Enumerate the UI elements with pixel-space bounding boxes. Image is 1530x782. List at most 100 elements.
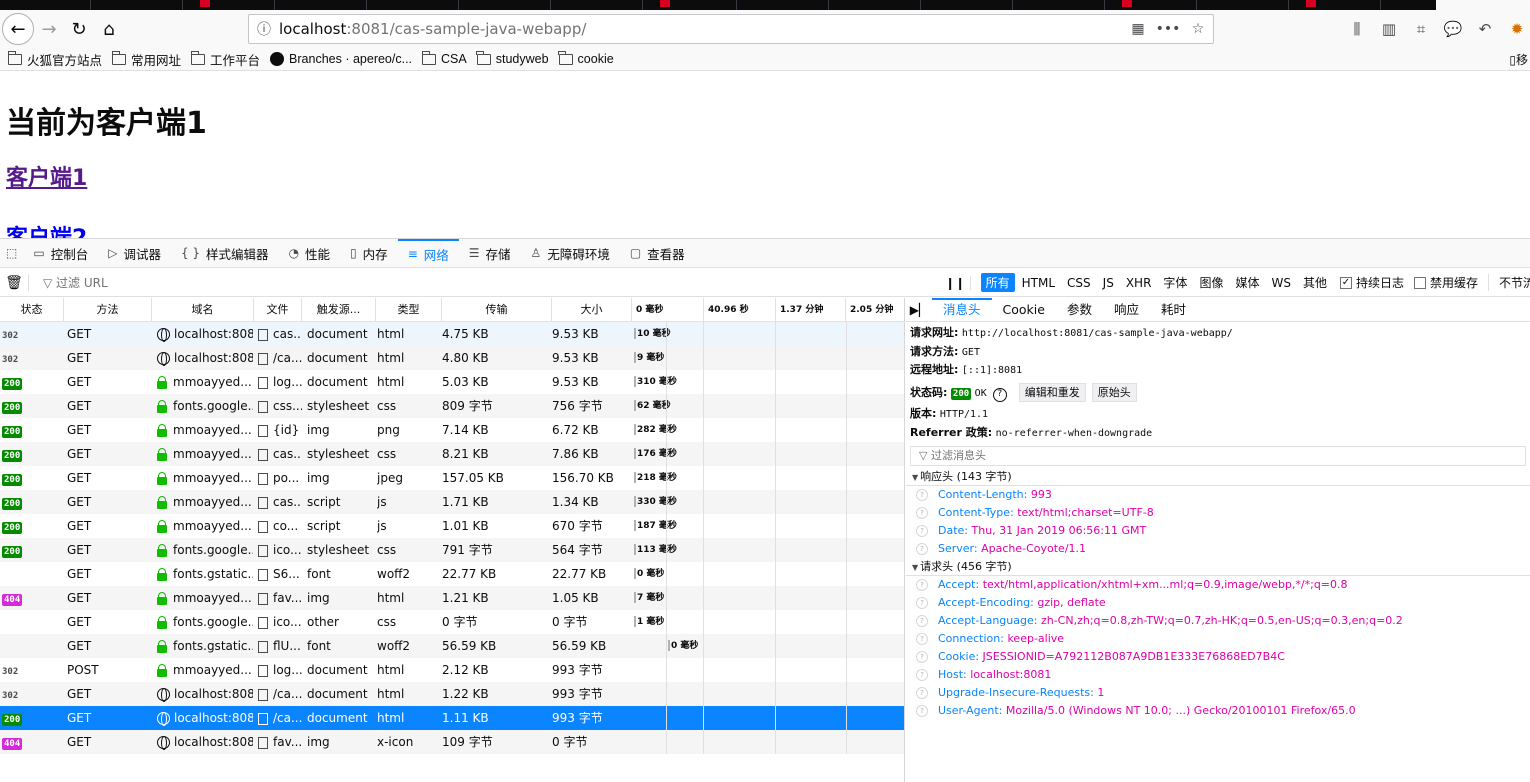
url-bar[interactable]: ⓘ localhost:8081/cas-sample-java-webapp/…	[248, 14, 1214, 44]
filter-all[interactable]: 所有	[980, 273, 1015, 292]
tab[interactable]	[1104, 0, 1105, 10]
table-row[interactable]: 200 GET localhost:8081/ca... document html 1.…	[0, 706, 904, 730]
tab-cookies[interactable]: Cookie	[992, 298, 1056, 322]
header-line[interactable]: ? Accept-Language: zh-CN,zh;q=0.8,zh-TW;q…	[906, 612, 1530, 630]
tab[interactable]	[274, 0, 275, 10]
column-size[interactable]: 大小	[552, 298, 632, 322]
column-type[interactable]: 类型	[376, 298, 442, 322]
tab-memory[interactable]: ▯ 内存	[340, 239, 398, 268]
header-line[interactable]: ? Accept: text/html,application/xhtml+xm.…	[906, 576, 1530, 594]
table-row[interactable]: 200 GET mmoayyed.... log... document html 5.03…	[0, 370, 904, 394]
table-row[interactable]: GET fonts.gstatic.... S6... font woff2 22.77 …	[0, 562, 904, 586]
clear-button[interactable]: 🗑	[0, 275, 28, 291]
chat-icon[interactable]: 💬	[1440, 14, 1466, 44]
screenshot-crop-icon[interactable]: ⌗	[1408, 14, 1434, 44]
table-row[interactable]: 200 GET mmoayyed.... po... img jpeg 157.05 KB 1…	[0, 466, 904, 490]
table-row[interactable]: GET fonts.gstatic.... flU... font woff2 56.59…	[0, 634, 904, 658]
bookmark-folder[interactable]: studyweb	[476, 50, 549, 66]
table-row[interactable]: 302 POST mmoayyed.... log... document html 2.1…	[0, 658, 904, 682]
tab[interactable]	[458, 0, 459, 10]
tab[interactable]	[1012, 0, 1013, 10]
header-line[interactable]: ? Content-Type: text/html;charset=UTF-8	[906, 504, 1530, 522]
bookmark-folder[interactable]: cookie	[558, 50, 614, 66]
tab[interactable]	[1380, 0, 1381, 10]
filter-other[interactable]: 其他	[1298, 273, 1332, 292]
url-text[interactable]: localhost:8081/cas-sample-java-webapp/	[279, 20, 1123, 38]
column-method[interactable]: 方法	[64, 298, 152, 322]
filter-url-input[interactable]: ▽ 过滤 URL	[28, 274, 941, 291]
tab-network[interactable]: ≡ 网络	[397, 238, 459, 268]
header-line[interactable]: ? Date: Thu, 31 Jan 2019 06:56:11 GMT	[906, 522, 1530, 540]
column-cause[interactable]: 触发源...	[302, 298, 376, 322]
headers-filter-input[interactable]: ▽ 过滤消息头	[910, 446, 1526, 466]
header-line[interactable]: ? Host: localhost:8081	[906, 666, 1530, 684]
table-row[interactable]: 302 GET localhost:8081/ca... document html 4.…	[0, 346, 904, 370]
page-actions-icon[interactable]: •••	[1153, 21, 1183, 37]
client1-link[interactable]: 客户端1	[6, 160, 87, 192]
forward-button[interactable]: →	[34, 14, 64, 44]
extension-icon[interactable]: ✹	[1504, 14, 1530, 44]
filter-html[interactable]: HTML	[1017, 275, 1060, 291]
qr-code-icon[interactable]: ▦	[1123, 21, 1153, 37]
tab[interactable]	[828, 0, 829, 10]
table-row[interactable]: 200 GET fonts.google... ico... stylesheet css…	[0, 538, 904, 562]
table-row[interactable]: 200 GET mmoayyed.... co... script js 1.01 KB 67…	[0, 514, 904, 538]
help-icon[interactable]: ?	[916, 651, 928, 663]
tab[interactable]	[550, 0, 551, 10]
header-line[interactable]: ? Cookie: JSESSIONID=A792112B087A9DB1E333…	[906, 648, 1530, 666]
table-row[interactable]: 302 GET localhost:8081 cas... document html 4.…	[0, 322, 904, 346]
tab-storage[interactable]: ☰ 存储	[459, 239, 521, 268]
filter-fonts[interactable]: 字体	[1158, 273, 1192, 292]
tab[interactable]	[736, 0, 737, 10]
undo-icon[interactable]: ↶	[1472, 14, 1498, 44]
persist-logs-checkbox[interactable]: ✓ 持续日志	[1339, 274, 1404, 291]
throttle-select[interactable]: 不节流	[1488, 274, 1530, 291]
toggle-sidebar-button[interactable]: ▶▏	[906, 303, 932, 317]
header-line[interactable]: ? User-Agent: Mozilla/5.0 (Windows NT 10.…	[906, 702, 1530, 720]
bookmark-folder[interactable]: 工作平台	[190, 50, 260, 69]
help-icon[interactable]: ?	[992, 387, 1007, 402]
element-picker[interactable]: ⬚	[0, 239, 23, 268]
tab-accessibility[interactable]: ♙ 无障碍环境	[521, 239, 620, 268]
table-row[interactable]: 302 GET localhost:8081/ca... document html 1.…	[0, 682, 904, 706]
bookmark-link[interactable]: Branches · apereo/c...	[270, 52, 412, 66]
header-line[interactable]: ? Accept-Encoding: gzip, deflate	[906, 594, 1530, 612]
tab[interactable]	[182, 0, 183, 10]
edit-resend-button[interactable]: 编辑和重发	[1018, 382, 1086, 402]
table-row[interactable]: 404 GET mmoayyed.... fav... img html 1.21 KB 1.…	[0, 586, 904, 610]
help-icon[interactable]: ?	[916, 633, 928, 645]
back-button[interactable]: ←	[2, 13, 34, 45]
tab-style-editor[interactable]: { } 样式编辑器	[171, 239, 279, 268]
help-icon[interactable]: ?	[916, 489, 928, 501]
tab[interactable]	[366, 0, 367, 10]
table-row[interactable]: 404 GET localhost:8081 fav... img x-icon 109 字…	[0, 730, 904, 754]
column-file[interactable]: 文件	[254, 298, 302, 322]
tab-response[interactable]: 响应	[1103, 298, 1150, 322]
table-row[interactable]: 200 GET mmoayyed.... cas... script js 1.71 KB 1…	[0, 490, 904, 514]
help-icon[interactable]: ?	[916, 705, 928, 717]
tab-inspector[interactable]: ▢ 查看器	[620, 239, 695, 268]
help-icon[interactable]: ?	[916, 669, 928, 681]
bookmark-folder[interactable]: 常用网址	[111, 50, 181, 69]
table-row[interactable]: 200 GET mmoayyed.... {id} img png 7.14 KB 6.72 …	[0, 418, 904, 442]
header-line[interactable]: ? Upgrade-Insecure-Requests: 1	[906, 684, 1530, 702]
filter-media[interactable]: 媒体	[1230, 273, 1264, 292]
tab-debugger[interactable]: ▷ 调试器	[98, 239, 171, 268]
column-domain[interactable]: 域名	[152, 298, 254, 322]
help-icon[interactable]: ?	[916, 579, 928, 591]
header-line[interactable]: ? Connection: keep-alive	[906, 630, 1530, 648]
tab-performance[interactable]: ◔ 性能	[279, 239, 341, 268]
disable-cache-checkbox[interactable]: 禁用缓存	[1413, 274, 1478, 291]
tab[interactable]	[1196, 0, 1197, 10]
help-icon[interactable]: ?	[916, 597, 928, 609]
tab-console[interactable]: ▭ 控制台	[23, 239, 98, 268]
table-row[interactable]: 200 GET fonts.google... css... stylesheet css…	[0, 394, 904, 418]
sidebar-icon[interactable]: ▥	[1376, 14, 1402, 44]
raw-headers-button[interactable]: 原始头	[1091, 382, 1137, 402]
tab-timings[interactable]: 耗时	[1150, 298, 1197, 322]
help-icon[interactable]: ?	[916, 507, 928, 519]
filter-xhr[interactable]: XHR	[1121, 275, 1157, 291]
tab[interactable]	[642, 0, 643, 10]
bookmark-folder[interactable]: 火狐官方站点	[7, 50, 102, 69]
filter-js[interactable]: JS	[1098, 275, 1119, 291]
